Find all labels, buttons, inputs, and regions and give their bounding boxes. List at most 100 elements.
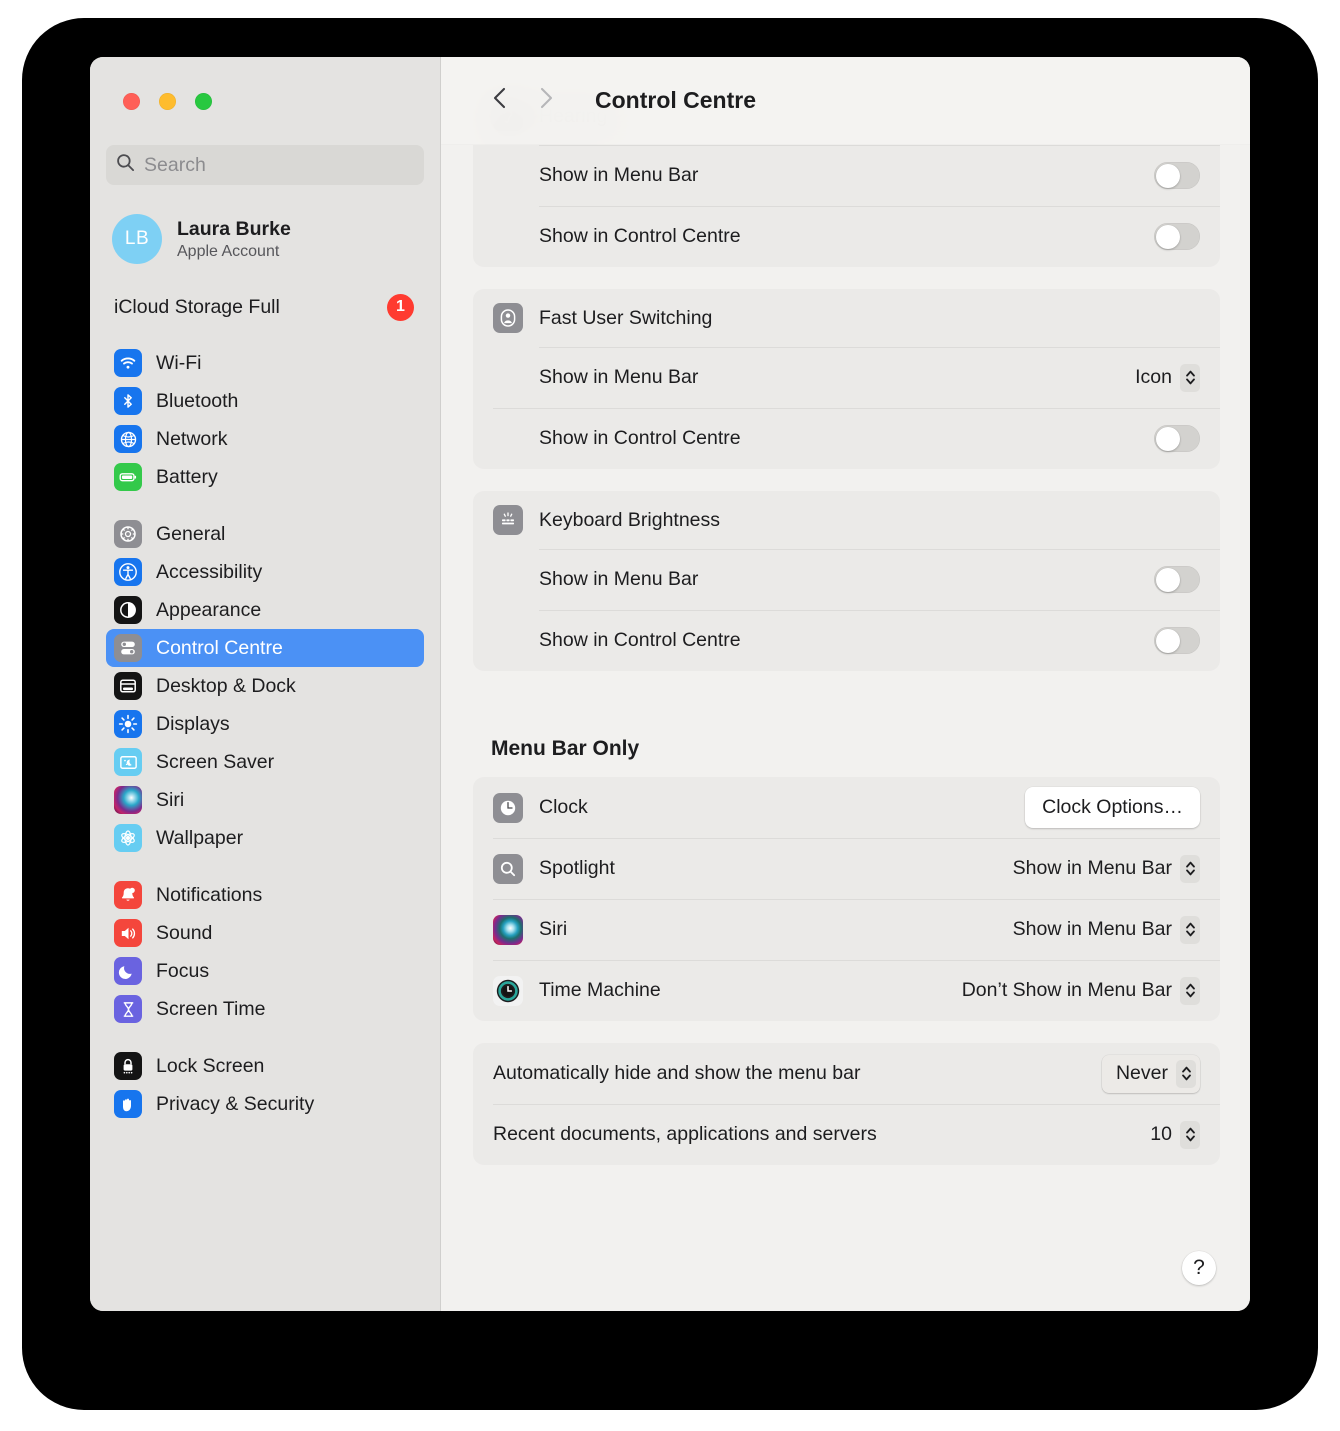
maximize-button[interactable]: [195, 93, 212, 110]
sidebar-item-label: Wallpaper: [156, 827, 243, 850]
popup-time-machine-visibility[interactable]: Don’t Show in Menu Bar: [962, 977, 1200, 1005]
chevron-updown-icon: [1180, 1121, 1200, 1149]
stepper-recent-items[interactable]: 10: [1150, 1121, 1200, 1149]
sidebar-item-control-centre[interactable]: Control Centre: [106, 629, 424, 667]
toggle-show-in-control-centre[interactable]: [1154, 223, 1200, 250]
toggle-knob: [1156, 629, 1180, 653]
globe-icon: [114, 425, 142, 453]
wifi-icon: [114, 349, 142, 377]
help-button[interactable]: ?: [1182, 1251, 1216, 1285]
focus-icon: [114, 957, 142, 985]
section-menu-bar-only: Clock Clock Options… Spotlight: [473, 777, 1220, 1021]
popup-spotlight-visibility[interactable]: Show in Menu Bar: [1013, 855, 1200, 883]
menu-bar-only-heading: Menu Bar Only: [491, 737, 1220, 761]
toggle-knob: [1156, 225, 1180, 249]
row-spotlight: Spotlight Show in Menu Bar: [473, 838, 1220, 899]
toggle-show-in-menu-bar[interactable]: [1154, 566, 1200, 593]
close-button[interactable]: [123, 93, 140, 110]
account-subtitle: Apple Account: [177, 243, 291, 261]
sidebar-item-appearance[interactable]: Appearance: [106, 591, 424, 629]
screen-saver-icon: [114, 748, 142, 776]
row-recent-items-count: Recent documents, applications and serve…: [473, 1104, 1220, 1165]
sidebar-item-desktop-and-dock[interactable]: Desktop & Dock: [106, 667, 424, 705]
lock-screen-icon: [114, 1052, 142, 1080]
row-show-in-menu-bar: Show in Menu Bar: [473, 145, 1220, 206]
toggle-show-in-control-centre[interactable]: [1154, 425, 1200, 452]
toggle-knob: [1156, 164, 1180, 188]
back-button[interactable]: [477, 78, 523, 124]
stepper-value: 10: [1150, 1123, 1172, 1146]
content-scroll-area: Hearing Show in Menu Bar Show in Control…: [441, 57, 1250, 1311]
search-input[interactable]: [144, 154, 414, 177]
appearance-icon: [114, 596, 142, 624]
toggle-show-in-control-centre[interactable]: [1154, 627, 1200, 654]
row-label: Show in Menu Bar: [539, 568, 1154, 591]
row-label: Show in Control Centre: [539, 629, 1154, 652]
fast-user-switching-icon: [493, 303, 523, 333]
clock-icon: [493, 793, 523, 823]
section-keyboard-brightness: Keyboard Brightness Show in Menu Bar Sho…: [473, 491, 1220, 671]
sidebar-item-sound[interactable]: Sound: [106, 914, 424, 952]
sidebar-item-label: Focus: [156, 960, 209, 983]
sidebar-item-label: Wi-Fi: [156, 352, 201, 375]
section-fast-user-switching: Fast User Switching Show in Menu Bar Ico…: [473, 289, 1220, 469]
sidebar-item-general[interactable]: General: [106, 515, 424, 553]
sidebar-item-siri[interactable]: Siri: [106, 781, 424, 819]
sidebar-item-label: Screen Time: [156, 998, 265, 1021]
toggle-show-in-menu-bar[interactable]: [1154, 162, 1200, 189]
popup-auto-hide-menu-bar[interactable]: Never: [1102, 1055, 1200, 1093]
clock-options-button[interactable]: Clock Options…: [1025, 787, 1200, 828]
chevron-left-icon: [489, 84, 511, 117]
sidebar-item-screen-saver[interactable]: Screen Saver: [106, 743, 424, 781]
sidebar-item-displays[interactable]: Displays: [106, 705, 424, 743]
popup-siri-visibility[interactable]: Show in Menu Bar: [1013, 916, 1200, 944]
popup-value: Don’t Show in Menu Bar: [962, 979, 1172, 1002]
sound-icon: [114, 919, 142, 947]
sidebar-item-accessibility[interactable]: Accessibility: [106, 553, 424, 591]
sidebar-item-label: Battery: [156, 466, 218, 489]
sidebar-item-focus[interactable]: Focus: [106, 952, 424, 990]
sidebar-group-system: General Accessibility: [106, 496, 424, 857]
row-time-machine: Time Machine Don’t Show in Menu Bar: [473, 960, 1220, 1021]
icloud-storage-alert[interactable]: iCloud Storage Full 1: [106, 289, 424, 325]
sidebar-item-label: Lock Screen: [156, 1055, 264, 1078]
sidebar-item-label: Privacy & Security: [156, 1093, 314, 1116]
row-label: Siri: [539, 918, 1013, 941]
sidebar-item-privacy-and-security[interactable]: Privacy & Security: [106, 1085, 424, 1123]
sidebar-group-connectivity: Wi-Fi Bluetooth: [106, 325, 424, 496]
time-machine-icon: [493, 976, 523, 1006]
sidebar-item-network[interactable]: Network: [106, 420, 424, 458]
row-clock: Clock Clock Options…: [473, 777, 1220, 838]
sidebar-item-notifications[interactable]: Notifications: [106, 876, 424, 914]
row-label: Show in Menu Bar: [539, 366, 1135, 389]
account-row[interactable]: LB Laura Burke Apple Account: [106, 211, 424, 267]
chevron-updown-icon: [1180, 977, 1200, 1005]
system-settings-window: LB Laura Burke Apple Account iCloud Stor…: [90, 57, 1250, 1311]
row-label: Automatically hide and show the menu bar: [493, 1062, 1102, 1085]
sidebar-item-label: Control Centre: [156, 637, 283, 660]
sidebar-item-wallpaper[interactable]: Wallpaper: [106, 819, 424, 857]
search-icon: [116, 153, 135, 177]
row-label: Time Machine: [539, 979, 962, 1002]
search-field[interactable]: [106, 145, 424, 185]
sidebar-item-lock-screen[interactable]: Lock Screen: [106, 1047, 424, 1085]
minimize-button[interactable]: [159, 93, 176, 110]
chevron-updown-icon: [1180, 916, 1200, 944]
account-text: Laura Burke Apple Account: [177, 218, 291, 261]
row-label: Show in Menu Bar: [539, 164, 1154, 187]
sidebar-item-wi-fi[interactable]: Wi-Fi: [106, 344, 424, 382]
notifications-icon: [114, 881, 142, 909]
row-show-in-menu-bar: Show in Menu Bar: [473, 549, 1220, 610]
gear-icon: [114, 520, 142, 548]
popup-show-in-menu-bar[interactable]: Icon: [1135, 364, 1200, 392]
bluetooth-icon: [114, 387, 142, 415]
displays-icon: [114, 710, 142, 738]
sidebar-item-label: Accessibility: [156, 561, 262, 584]
forward-button[interactable]: [523, 78, 569, 124]
chevron-updown-icon: [1176, 1060, 1196, 1088]
sidebar-item-bluetooth[interactable]: Bluetooth: [106, 382, 424, 420]
page-title: Control Centre: [595, 87, 756, 114]
sidebar-item-battery[interactable]: Battery: [106, 458, 424, 496]
sidebar-item-screen-time[interactable]: Screen Time: [106, 990, 424, 1028]
wallpaper-icon: [114, 824, 142, 852]
